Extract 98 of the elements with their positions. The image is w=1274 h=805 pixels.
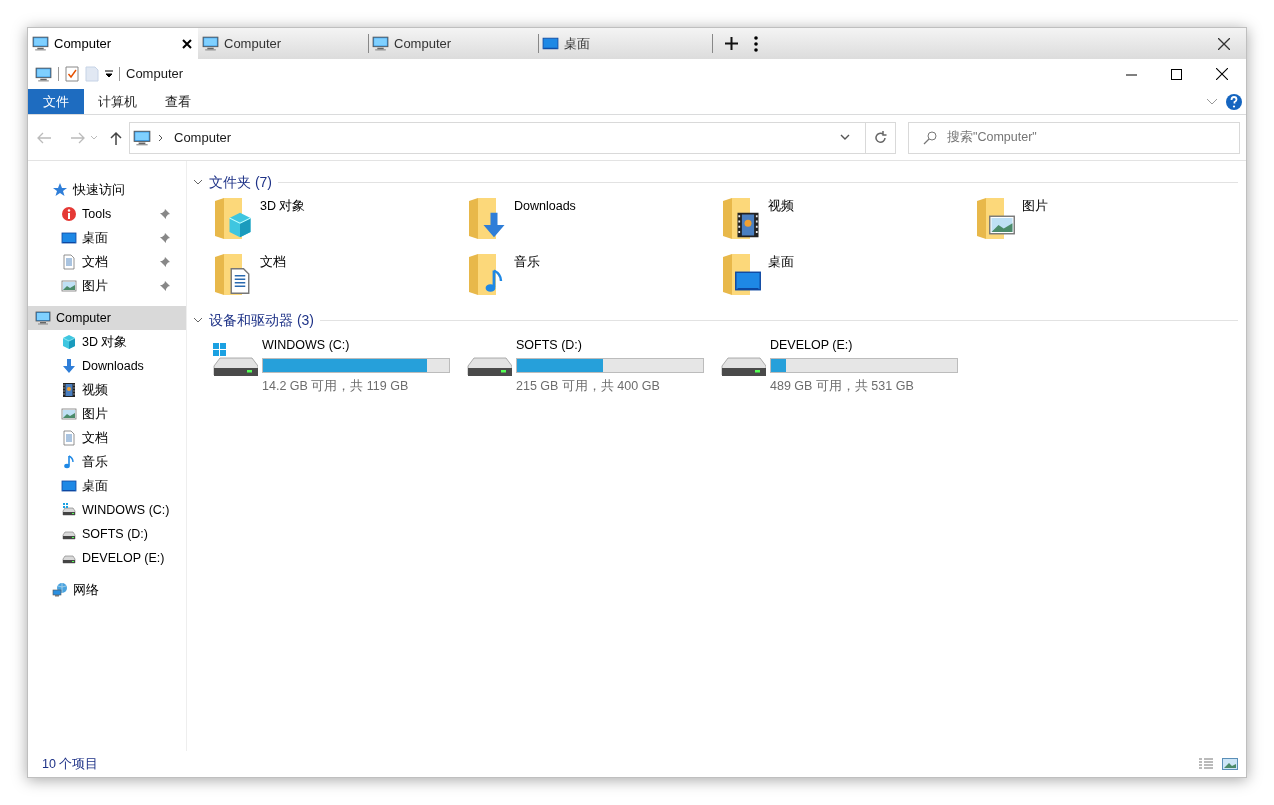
refresh-button[interactable] <box>865 121 896 154</box>
nav-item[interactable]: 桌面 <box>28 226 186 250</box>
monitor-icon <box>133 128 151 147</box>
search-field[interactable]: 搜索"Computer" <box>947 128 1239 147</box>
film-icon <box>61 382 77 398</box>
folder-icon <box>976 197 1016 241</box>
drive-label: DEVELOP (E:) <box>770 337 854 354</box>
up-arrow-icon[interactable] <box>110 130 122 145</box>
drive-item[interactable]: WINDOWS (C:) 14.2 GB 可用，共 119 GB <box>206 335 460 397</box>
folder-item[interactable]: Downloads <box>462 193 716 249</box>
search-icon <box>923 130 937 145</box>
monitor-icon <box>35 65 52 83</box>
browser-tab[interactable]: 桌面 <box>538 28 708 59</box>
folder-item[interactable]: 文档 <box>208 249 462 305</box>
document-icon <box>61 430 77 446</box>
drive-label: SOFTS (D:) <box>516 337 583 354</box>
nav-item[interactable]: 视频 <box>28 378 186 402</box>
nav-item[interactable]: Tools <box>28 202 186 226</box>
folder-item[interactable]: 3D 对象 <box>208 193 462 249</box>
music-note-icon <box>61 454 77 470</box>
free-space-text: 14.2 GB 可用，共 119 GB <box>262 377 410 395</box>
group-header[interactable]: 设备和驱动器 (3) <box>193 309 1238 331</box>
properties-icon[interactable] <box>65 66 79 82</box>
chevron-down-icon[interactable] <box>840 134 850 141</box>
pin-icon[interactable] <box>160 233 170 243</box>
large-icons-view-icon[interactable] <box>1222 757 1238 771</box>
close-icon[interactable] <box>182 38 192 49</box>
drive-item[interactable]: SOFTS (D:) 215 GB 可用，共 400 GB <box>460 335 714 397</box>
search-box[interactable]: 搜索"Computer" <box>908 121 1240 154</box>
group-header[interactable]: 文件夹 (7) <box>193 171 1238 193</box>
drive-icon <box>466 357 512 378</box>
picture-icon <box>61 278 77 294</box>
folder-item[interactable]: 图片 <box>970 193 1224 249</box>
monitor-icon <box>202 35 219 52</box>
caret-icon[interactable] <box>105 70 113 78</box>
nav-item[interactable]: 文档 <box>28 250 186 274</box>
chevron-right-icon <box>158 133 163 142</box>
desktop-icon <box>61 478 77 494</box>
close-icon[interactable] <box>1216 68 1228 80</box>
folder-item[interactable]: 音乐 <box>462 249 716 305</box>
ribbon-tab[interactable]: 计算机 <box>84 89 151 114</box>
down-arrow-icon <box>61 358 77 374</box>
drive-icon <box>212 342 258 378</box>
window-title: Computer <box>126 65 184 84</box>
folder-icon <box>722 253 762 297</box>
picture-icon <box>61 406 77 422</box>
cube-icon <box>61 334 77 350</box>
monitor-icon <box>372 35 389 52</box>
desktop-icon <box>61 230 77 246</box>
chevron-down-icon <box>193 315 203 325</box>
nav-item[interactable]: 图片 <box>28 274 186 298</box>
drive-icon <box>720 357 766 378</box>
nav-item[interactable]: Downloads <box>28 354 186 378</box>
desktop-icon <box>542 35 559 52</box>
nav-item[interactable]: 快速访问 <box>28 178 186 202</box>
drive-label: WINDOWS (C:) <box>262 337 351 354</box>
nav-item[interactable]: SOFTS (D:) <box>28 522 186 546</box>
browser-tab[interactable]: Computer <box>368 28 538 59</box>
pin-icon[interactable] <box>160 257 170 267</box>
nav-item[interactable]: 文档 <box>28 426 186 450</box>
refresh-icon <box>874 131 887 144</box>
info-icon <box>61 206 77 222</box>
address-bar[interactable]: Computer <box>129 121 866 154</box>
nav-item[interactable]: 音乐 <box>28 450 186 474</box>
ribbon-tab[interactable]: 文件 <box>28 89 84 114</box>
drive-item[interactable]: DEVELOP (E:) 489 GB 可用，共 531 GB <box>714 335 968 397</box>
folder-item[interactable]: 视频 <box>716 193 970 249</box>
nav-item[interactable]: 图片 <box>28 402 186 426</box>
free-space-text: 489 GB 可用，共 531 GB <box>770 377 915 395</box>
document-icon <box>61 254 77 270</box>
folder-item[interactable]: 桌面 <box>716 249 970 305</box>
nav-item[interactable]: 网络 <box>28 578 186 602</box>
more-icon[interactable] <box>754 35 758 52</box>
nav-item[interactable]: 3D 对象 <box>28 330 186 354</box>
plus-icon[interactable] <box>725 37 738 50</box>
monitor-icon <box>32 35 49 52</box>
nav-item[interactable]: Computer <box>28 306 186 330</box>
monitor-icon <box>35 310 51 326</box>
item-count: 10 个项目 <box>42 755 99 773</box>
maximize-icon[interactable] <box>1171 68 1182 80</box>
browser-tab[interactable]: Computer <box>198 28 368 59</box>
breadcrumb[interactable]: Computer <box>174 127 232 148</box>
chevron-down-icon <box>193 177 203 187</box>
drive-icon <box>61 502 77 518</box>
pin-icon[interactable] <box>160 281 170 291</box>
free-space-text: 215 GB 可用，共 400 GB <box>516 377 661 395</box>
folder-icon <box>214 197 254 241</box>
ribbon-tab[interactable]: 查看 <box>151 89 205 114</box>
pin-icon[interactable] <box>160 209 170 219</box>
nav-item[interactable]: DEVELOP (E:) <box>28 546 186 570</box>
nav-item[interactable]: WINDOWS (C:) <box>28 498 186 522</box>
close-icon[interactable] <box>1218 37 1230 50</box>
network-icon <box>52 582 68 598</box>
folder-icon <box>722 197 762 241</box>
browser-tab[interactable]: Computer <box>28 28 198 59</box>
star-icon <box>52 182 68 198</box>
help-icon[interactable] <box>1226 93 1242 110</box>
nav-item[interactable]: 桌面 <box>28 474 186 498</box>
